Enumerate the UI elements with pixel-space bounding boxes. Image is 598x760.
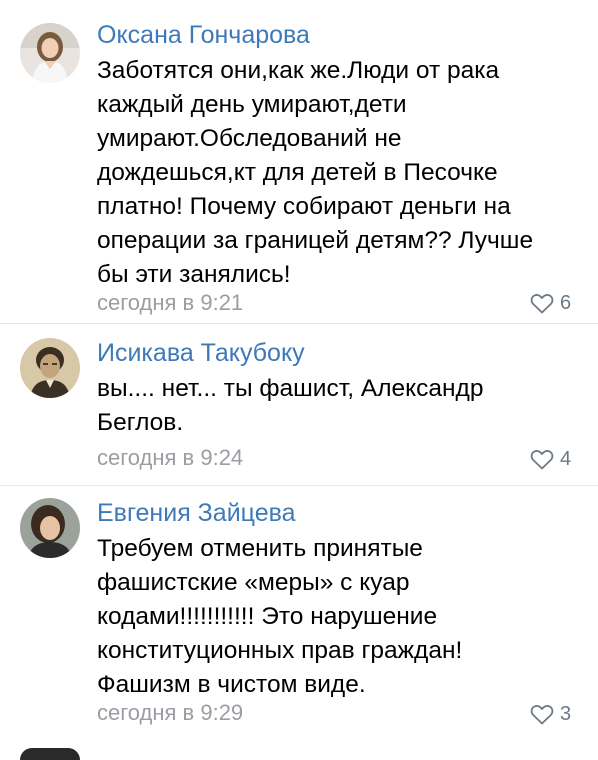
avatar[interactable]: [20, 338, 80, 398]
comment-text-line: кодами!!!!!!!!!!! Это нарушение: [97, 603, 438, 630]
heart-icon: [530, 293, 554, 313]
comment-text-line: Беглов.: [97, 409, 184, 436]
comment-timestamp[interactable]: сегодня в 9:29: [97, 700, 243, 726]
like-count: 4: [560, 448, 572, 470]
comment: Исикава Такубоку вы.... нет... ты фашист…: [0, 338, 598, 478]
comment-timestamp[interactable]: сегодня в 9:24: [97, 445, 243, 471]
comment-timestamp[interactable]: сегодня в 9:21: [97, 290, 243, 316]
heart-icon: [530, 449, 554, 469]
heart-icon: [530, 704, 554, 724]
comment-text-line: конституционных прав граждан!: [97, 637, 463, 664]
comment-text-line: Фашизм в чистом виде.: [97, 671, 366, 698]
comment: Евгения Зайцева Требуем отменить приняты…: [0, 498, 598, 738]
avatar-photo-woman-dark-icon: [20, 498, 80, 558]
like-button[interactable]: 6: [530, 291, 571, 315]
comment: Оксана Гончарова Заботятся они,как же.Лю…: [0, 20, 598, 320]
comment-text-line: операции за границей детям?? Лучше: [97, 227, 534, 254]
divider: [0, 485, 598, 486]
comment-text-line: вы.... нет... ты фашист, Александр: [97, 375, 484, 402]
comment-text-line: умирают.Обследований не: [97, 125, 402, 152]
avatar: [20, 748, 80, 760]
like-count: 6: [560, 292, 572, 314]
comment-author-link[interactable]: Оксана Гончарова: [97, 20, 310, 50]
comment-text: Требуем отменить принятые фашистские «ме…: [97, 532, 577, 702]
avatar[interactable]: [20, 23, 80, 83]
avatar-photo-woman-white-icon: [20, 23, 80, 83]
comment-text-line: бы эти занялись!: [97, 261, 291, 288]
divider: [0, 323, 598, 324]
like-button[interactable]: 4: [530, 447, 571, 471]
comment-text-line: каждый день умирают,дети: [97, 91, 407, 118]
like-count: 3: [560, 703, 572, 725]
comment-text-line: дождешься,кт для детей в Песочке: [97, 159, 498, 186]
comment-text-line: Заботятся они,как же.Люди от рака: [97, 57, 500, 84]
comment-author-link[interactable]: Евгения Зайцева: [97, 498, 296, 528]
comment-text: вы.... нет... ты фашист, Александр Бегло…: [97, 372, 577, 440]
like-button[interactable]: 3: [530, 702, 571, 726]
comment-text-line: платно! Почему собирают деньги на: [97, 193, 511, 220]
comment-author-link[interactable]: Исикава Такубоку: [97, 338, 305, 368]
comment-text-line: Требуем отменить принятые: [97, 535, 423, 562]
next-comment-peek: [0, 740, 598, 760]
avatar[interactable]: [20, 498, 80, 558]
comment-text-line: фашистские «меры» с куар: [97, 569, 410, 596]
avatar-photo-man-sepia-icon: [20, 338, 80, 398]
comment-text: Заботятся они,как же.Люди от рака каждый…: [97, 54, 577, 292]
